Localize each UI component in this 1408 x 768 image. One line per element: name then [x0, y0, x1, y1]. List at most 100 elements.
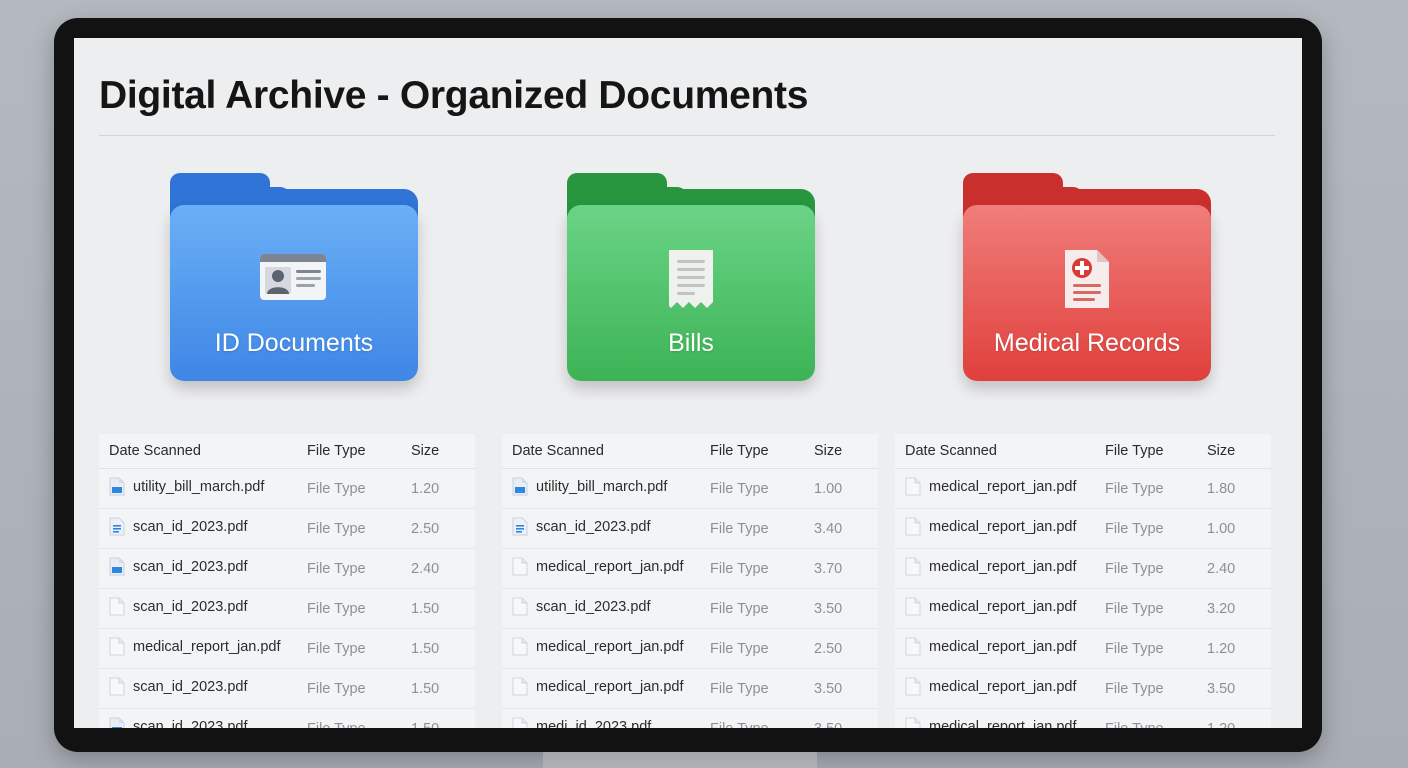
file-name-cell: scan_id_2023.pdf	[99, 588, 307, 629]
file-table: Date Scanned File Type Size utility_bill…	[99, 434, 475, 728]
file-image-icon	[109, 477, 125, 496]
column-header-size[interactable]: Size	[1207, 434, 1271, 469]
table-row[interactable]: medical_report_jan.pdf File Type 3.20	[895, 588, 1271, 629]
table-row[interactable]: utility_bill_march.pdf File Type 1.00	[502, 468, 878, 509]
file-size-cell: 1.50	[411, 668, 475, 709]
file-size-cell: 1.20	[411, 468, 475, 509]
table-row[interactable]: scan_id_2023.pdf File Type 3.50	[502, 588, 878, 629]
file-text-icon	[512, 517, 528, 536]
file-size-cell: 3.20	[1207, 588, 1271, 629]
file-type-cell: File Type	[710, 628, 814, 669]
column-header-file-type[interactable]: File Type	[307, 434, 411, 469]
table-row[interactable]: medical_report_jan.pdf File Type1.20	[895, 628, 1271, 669]
folder-medical-records[interactable]: Medical Records	[963, 173, 1211, 381]
file-type-cell: File Type	[710, 708, 814, 728]
table-row[interactable]: medical_report_jan.pdf File Type 3.70	[502, 548, 878, 589]
table-body: utility_bill_march.pdf File Type 1.00 scan_…	[502, 468, 878, 728]
column-header-size[interactable]: Size	[411, 434, 475, 469]
column-header-file-type[interactable]: File Type	[1105, 434, 1207, 469]
file-name: scan_id_2023.pdf	[109, 717, 248, 728]
file-size-cell: 1.20	[1207, 628, 1271, 669]
file-type-cell: File Type	[1105, 508, 1207, 549]
file-type-cell: File Type	[1105, 468, 1207, 509]
table-row[interactable]: medical_report_jan.pdf File Type1.20	[895, 708, 1271, 728]
table-row[interactable]: medical_report_jan.pdf File Type 1.00	[895, 508, 1271, 549]
file-image-icon	[109, 557, 125, 576]
file-name: medical_report_jan.pdf	[905, 677, 1077, 696]
table-header-row: Date Scanned File Type Size	[895, 434, 1271, 469]
file-name-text: medical_report_jan.pdf	[929, 598, 1077, 615]
file-name-cell: scan_id_2023.pdf	[99, 548, 307, 589]
file-table-id-documents: Date Scanned File Type Size utility_bill…	[99, 434, 475, 728]
file-name-cell: scan_id_2023.pdf	[502, 588, 710, 629]
id-card-icon	[260, 254, 326, 300]
file-size-cell: 1.80	[1207, 468, 1271, 509]
table-row[interactable]: scan_id_2023.pdf File Type 3.40	[502, 508, 878, 549]
file-icon	[512, 557, 528, 576]
file-name-text: scan_id_2023.pdf	[536, 518, 651, 535]
column-header-size[interactable]: Size	[814, 434, 878, 469]
file-size-cell: 1.00	[1207, 508, 1271, 549]
file-name: medical_report_jan.pdf	[512, 677, 684, 696]
table-row[interactable]: medical_report_jan.pdf File Type 2.40	[895, 548, 1271, 589]
column-header-date-scanned[interactable]: Date Scanned	[502, 434, 710, 469]
file-name-text: medical_report_jan.pdf	[929, 478, 1077, 495]
file-type-cell: File Type	[1105, 628, 1207, 669]
table-row[interactable]: scan_id_2023.pdf File Type1.50	[99, 668, 475, 709]
folder-bills[interactable]: Bills	[567, 173, 815, 381]
file-name-text: utility_bill_march.pdf	[133, 478, 265, 495]
folder-label: Medical Records	[993, 329, 1181, 357]
file-size-cell: 1.50	[411, 708, 475, 728]
file-name-text: medical_report_jan.pdf	[536, 638, 684, 655]
file-size-cell: 1.00	[814, 468, 878, 509]
file-name: scan_id_2023.pdf	[109, 517, 248, 536]
file-type-cell: File Type	[710, 668, 814, 709]
file-name-cell: medi_id_2023.pdf	[502, 708, 710, 728]
file-name: medical_report_jan.pdf	[905, 637, 1077, 656]
table-row[interactable]: medical_report_jan.pdf File Type 1.80	[895, 468, 1271, 509]
file-name-text: medical_report_jan.pdf	[929, 678, 1077, 695]
file-name-text: medical_report_jan.pdf	[929, 638, 1077, 655]
file-table-bills: Date Scanned File Type Size utility_bill…	[502, 434, 878, 728]
file-name-text: scan_id_2023.pdf	[133, 558, 248, 575]
file-icon	[905, 637, 921, 656]
column-header-file-type[interactable]: File Type	[710, 434, 814, 469]
file-name-cell: medical_report_jan.pdf	[502, 548, 710, 589]
column-header-date-scanned[interactable]: Date Scanned	[895, 434, 1105, 469]
page-title: Digital Archive - Organized Documents	[99, 74, 809, 117]
file-name-cell: medical_report_jan.pdf	[895, 668, 1105, 709]
folder-id-documents[interactable]: ID Documents	[170, 173, 418, 381]
screen: Digital Archive - Organized Documents ID…	[74, 38, 1302, 728]
table-row[interactable]: medi_id_2023.pdf File Type3.50	[502, 708, 878, 728]
file-name: medical_report_jan.pdf	[905, 477, 1077, 496]
file-name-cell: medical_report_jan.pdf	[895, 548, 1105, 589]
file-name-cell: utility_bill_march.pdf	[502, 468, 710, 509]
table-row[interactable]: scan_id_2023.pdf File Type1.50	[99, 588, 475, 629]
table-row[interactable]: medical_report_jan.pdf File Type 2.50	[502, 628, 878, 669]
file-image-icon	[512, 477, 528, 496]
file-type-cell: File Type	[710, 468, 814, 509]
table-row[interactable]: medical_report_jan.pdf File Type 3.50	[895, 668, 1271, 709]
table-row[interactable]: scan_id_2023.pdf File Type 2.40	[99, 548, 475, 589]
table-row[interactable]: utility_bill_march.pdf File Type 1.20	[99, 468, 475, 509]
table-row[interactable]: scan_id_2023.pdf File Type 2.50	[99, 508, 475, 549]
file-icon	[512, 677, 528, 696]
file-type-cell: File Type	[1105, 708, 1207, 728]
file-text-icon	[109, 517, 125, 536]
table-row[interactable]: medical_report_jan.pdf File Type 3.50	[502, 668, 878, 709]
file-name: scan_id_2023.pdf	[109, 557, 248, 576]
receipt-icon	[669, 250, 713, 308]
file-name: medical_report_jan.pdf	[905, 557, 1077, 576]
file-icon	[512, 597, 528, 616]
file-size-cell: 3.50	[1207, 668, 1271, 709]
table-row[interactable]: scan_id_2023.pdf File Type1.50	[99, 708, 475, 728]
file-name-cell: medical_report_jan.pdf	[895, 708, 1105, 728]
file-image-icon	[109, 717, 125, 728]
column-header-date-scanned[interactable]: Date Scanned	[99, 434, 307, 469]
file-table: Date Scanned File Type Size utility_bill…	[502, 434, 878, 728]
file-type-cell: File Type	[307, 508, 411, 549]
table-row[interactable]: medical_report_jan.pdf File Type 1.50	[99, 628, 475, 669]
file-name-cell: scan_id_2023.pdf	[502, 508, 710, 549]
file-name: medical_report_jan.pdf	[512, 637, 684, 656]
file-name-cell: medical_report_jan.pdf	[502, 668, 710, 709]
